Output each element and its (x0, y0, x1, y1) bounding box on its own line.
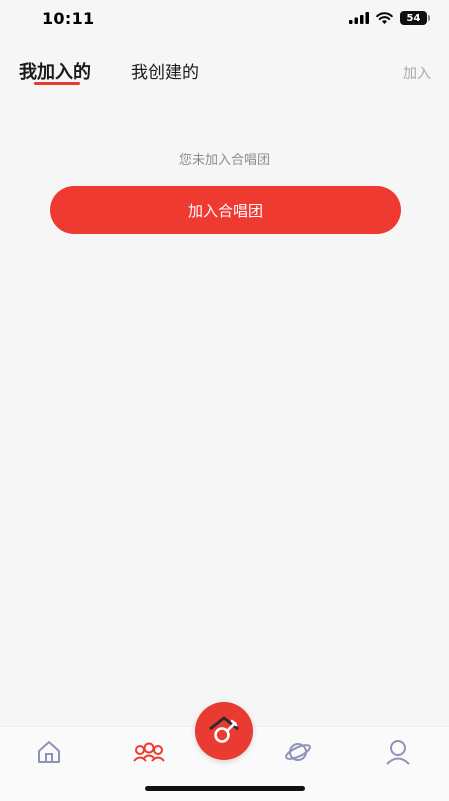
empty-state-message: 您未加入合唱团 (178, 153, 270, 168)
status-time: 10:11 (42, 9, 95, 28)
create-button[interactable] (195, 702, 253, 760)
battery-icon: 54 (400, 11, 430, 25)
status-bar: 10:11 54 (0, 0, 449, 40)
join-choir-button[interactable]: 加入合唱团 (50, 186, 401, 234)
profile-icon[interactable] (383, 737, 413, 767)
create-icon (209, 716, 239, 743)
home-icon[interactable] (34, 737, 64, 767)
signal-icon (349, 12, 369, 24)
tab-bar-top: 我加入的 我创建的 加入 (0, 52, 449, 96)
status-icons: 54 (349, 11, 430, 25)
planet-icon[interactable] (283, 737, 313, 767)
battery-level: 54 (406, 12, 421, 24)
home-indicator (145, 786, 305, 791)
wifi-icon (376, 12, 393, 24)
tab-joined[interactable]: 我加入的 (19, 58, 91, 84)
join-link[interactable]: 加入 (403, 63, 431, 83)
choir-icon[interactable] (132, 737, 166, 767)
tab-created[interactable]: 我创建的 (131, 58, 199, 83)
active-tab-indicator (34, 82, 80, 85)
